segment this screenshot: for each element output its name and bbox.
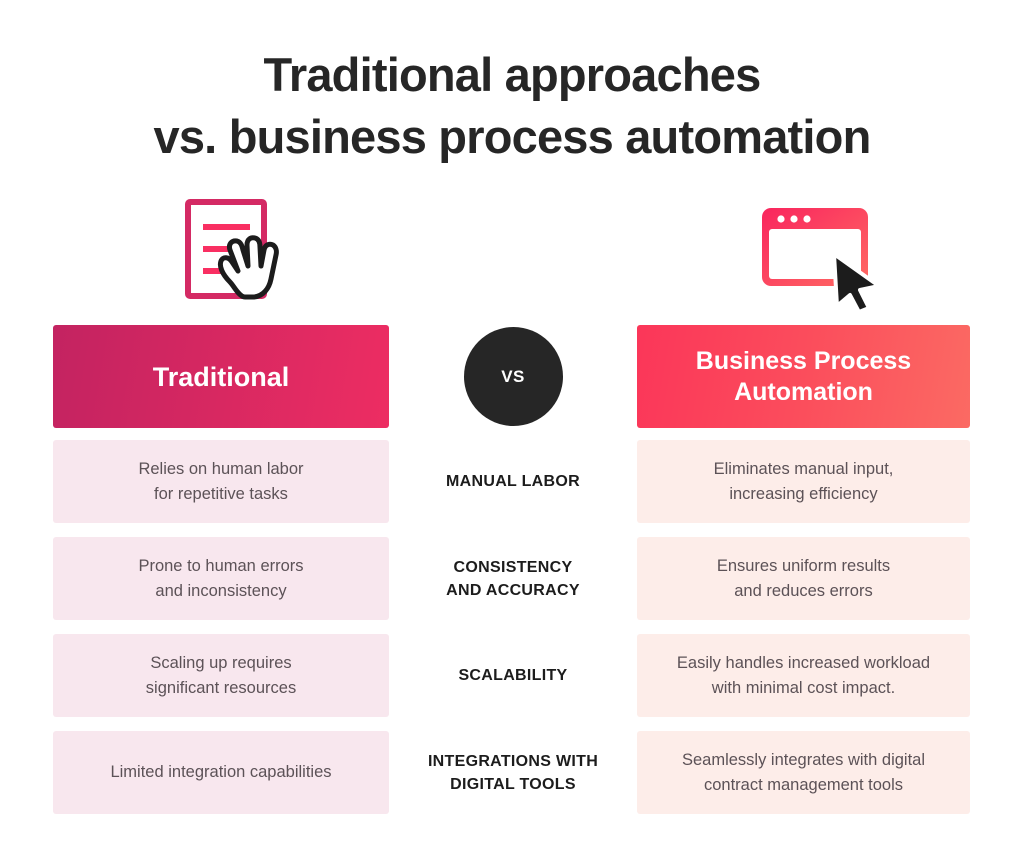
comparison-table: Traditional VS Business Process Automati… — [53, 325, 970, 828]
row-4-traditional-line-1: Limited integration capabilities — [110, 763, 332, 781]
row-1-automation-line-2: increasing efficiency — [729, 484, 878, 503]
infographic-page: Traditional approaches vs. business proc… — [0, 0, 1024, 860]
page-title-line-1: Traditional approaches — [263, 48, 762, 101]
row-2-traditional-line-2: and inconsistency — [155, 581, 287, 600]
row-1-traditional-line-1: Relies on human labor — [138, 459, 304, 478]
table-header-row: Traditional VS Business Process Automati… — [53, 325, 970, 428]
row-2-category-label: CONSISTENCY AND ACCURACY — [389, 537, 637, 620]
row-3-traditional-line-2: significant resources — [145, 678, 297, 697]
vs-divider: VS — [389, 325, 637, 428]
row-3-traditional-cell: Scaling up requires significant resource… — [53, 634, 389, 717]
row-4-automation-cell: Seamlessly integrates with digital contr… — [637, 731, 970, 814]
table-row: Limited integration capabilities INTEGRA… — [53, 731, 970, 814]
row-1-traditional-line-2: for repetitive tasks — [154, 484, 288, 503]
vs-badge: VS — [463, 327, 563, 426]
row-2-automation-cell: Ensures uniform results and reduces erro… — [637, 537, 970, 620]
document-with-hand-cursor-icon — [178, 196, 296, 314]
header-business-process-automation: Business Process Automation — [637, 325, 970, 428]
row-4-automation-line-1: Seamlessly integrates with digital — [681, 750, 926, 769]
row-2-traditional-line-1: Prone to human errors — [138, 556, 304, 575]
row-1-automation-cell: Eliminates manual input, increasing effi… — [637, 440, 970, 523]
header-bpa-line-2: Automation — [734, 377, 873, 406]
row-4-category-line-1: INTEGRATIONS WITH — [427, 752, 599, 770]
row-1-automation-line-1: Eliminates manual input, — [713, 459, 894, 478]
row-4-category-line-2: DIGITAL TOOLS — [450, 775, 576, 793]
row-4-traditional-cell: Limited integration capabilities — [53, 731, 389, 814]
row-3-category-label: SCALABILITY — [389, 634, 637, 717]
row-3-traditional-line-1: Scaling up requires — [150, 653, 292, 672]
table-row: Relies on human labor for repetitive tas… — [53, 440, 970, 523]
row-2-automation-line-2: and reduces errors — [734, 581, 873, 600]
row-4-category-label: INTEGRATIONS WITH DIGITAL TOOLS — [389, 731, 637, 814]
page-title: Traditional approaches vs. business proc… — [0, 44, 1024, 168]
row-1-traditional-cell: Relies on human labor for repetitive tas… — [53, 440, 389, 523]
row-4-automation-line-2: contract management tools — [703, 775, 904, 794]
row-1-category-label: MANUAL LABOR — [389, 440, 637, 523]
row-3-automation-line-1: Easily handles increased workload — [676, 653, 931, 672]
row-3-automation-line-2: with minimal cost impact. — [711, 678, 896, 697]
browser-window-with-pointer-icon — [756, 200, 892, 312]
page-title-line-2: vs. business process automation — [153, 110, 872, 163]
icon-row — [0, 196, 1024, 318]
row-2-automation-line-1: Ensures uniform results — [716, 556, 891, 575]
header-bpa-line-1: Business Process — [695, 346, 912, 375]
row-3-automation-cell: Easily handles increased workload with m… — [637, 634, 970, 717]
row-2-category-line-2: AND ACCURACY — [446, 581, 580, 599]
header-traditional: Traditional — [53, 325, 389, 428]
row-1-category-line-1: MANUAL LABOR — [446, 473, 580, 490]
table-row: Scaling up requires significant resource… — [53, 634, 970, 717]
row-3-category-line-1: SCALABILITY — [458, 667, 568, 684]
row-2-category-line-1: CONSISTENCY — [453, 558, 573, 576]
table-row: Prone to human errors and inconsistency … — [53, 537, 970, 620]
row-2-traditional-cell: Prone to human errors and inconsistency — [53, 537, 389, 620]
